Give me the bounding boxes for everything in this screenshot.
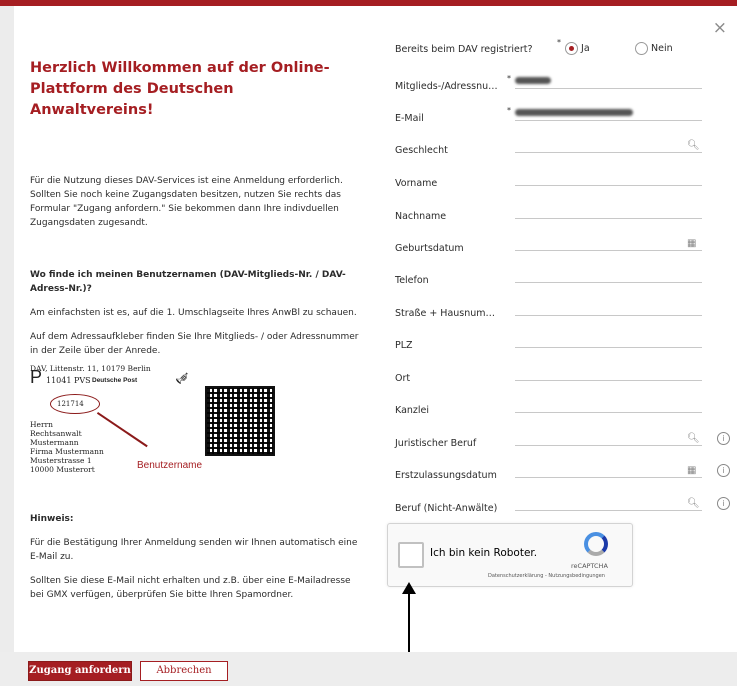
zip-row: PLZ [395, 331, 705, 361]
close-icon[interactable]: × [713, 18, 727, 38]
birthdate-row: Geburtsdatum ▦ [395, 234, 705, 264]
email-row: E-Mail * [395, 104, 705, 134]
firstname-field[interactable] [515, 185, 702, 186]
member-number-value [515, 77, 551, 84]
label-p-mark: P [30, 367, 43, 387]
info-icon[interactable]: i [717, 497, 730, 510]
hint-text-1: Für die Bestätigung Ihrer Anmeldung send… [30, 538, 358, 562]
label-pvs: 11041 PVS [46, 376, 91, 385]
recaptcha-logo-icon [584, 532, 608, 556]
lastname-row: Nachname [395, 202, 705, 232]
phone-row: Telefon [395, 266, 705, 296]
admission-row: Erstzulassungsdatum ▦ i [395, 461, 730, 491]
label-post: Deutsche Post [92, 377, 138, 384]
faq-answer-2: Auf dem Adressaufkleber finden Sie Ihre … [30, 332, 359, 356]
radio-yes[interactable]: Ja [565, 42, 590, 55]
label-sender: DAV, Littenstr. 11, 10179 Berlin [30, 364, 151, 373]
calendar-icon[interactable]: ▦ [687, 238, 696, 249]
username-caption: Benutzername [137, 460, 203, 471]
radio-no[interactable]: Nein [635, 42, 673, 55]
city-label: Ort [395, 373, 411, 384]
legal-job-row: Juristischer Beruf 🔍︎ i [395, 429, 730, 459]
top-accent-bar [0, 0, 737, 6]
admission-field[interactable] [515, 477, 702, 478]
label-address: Herrn Rechtsanwalt Mustermann Firma Must… [30, 420, 104, 474]
office-label: Kanzlei [395, 405, 430, 416]
faq-title: Wo finde ich meinen Benutzernamen (DAV-M… [30, 270, 346, 294]
email-value [515, 109, 633, 116]
street-label: Straße + Hausnum… [395, 308, 496, 319]
member-number-label: Mitglieds-/Adressnu… [395, 81, 498, 92]
email-field[interactable] [515, 120, 702, 121]
phone-label: Telefon [395, 275, 429, 286]
info-icon[interactable]: i [717, 464, 730, 477]
gender-row: Geschlecht 🔍︎ [395, 136, 705, 166]
info-icon[interactable]: i [717, 432, 730, 445]
member-number-row: Mitglieds-/Adressnu… * [395, 72, 705, 102]
cancel-button[interactable]: Abbrechen [140, 661, 228, 681]
legal-job-field[interactable] [515, 445, 702, 446]
gender-label: Geschlecht [395, 145, 448, 156]
street-field[interactable] [515, 315, 702, 316]
zip-label: PLZ [395, 340, 413, 351]
recaptcha-terms-link[interactable]: Datenschutzerklärung - Nutzungsbedingung… [488, 573, 605, 579]
recaptcha-label: Ich bin kein Roboter. [430, 547, 538, 559]
birthdate-label: Geburtsdatum [395, 243, 464, 254]
registered-label: Bereits beim DAV registriert? [395, 44, 533, 55]
job-other-label: Beruf (Nicht-Anwälte) [395, 503, 498, 514]
lastname-label: Nachname [395, 211, 447, 222]
search-icon[interactable]: 🔍︎ [687, 498, 700, 509]
office-row: Kanzlei [395, 396, 705, 426]
radio-no-icon[interactable] [635, 42, 648, 55]
request-access-button[interactable]: Zugang anfordern [28, 661, 132, 681]
lastname-field[interactable] [515, 218, 702, 219]
gender-field[interactable] [515, 152, 702, 153]
street-row: Straße + Hausnum… [395, 299, 705, 329]
city-row: Ort [395, 364, 705, 394]
recaptcha-widget: Ich bin kein Roboter. reCAPTCHA Datensch… [387, 523, 633, 587]
number-highlight-ellipse [50, 394, 100, 414]
legal-job-label: Juristischer Beruf [395, 438, 477, 449]
hint-title: Hinweis: [30, 514, 74, 524]
welcome-title: Herzlich Willkommen auf der Online-Platt… [30, 60, 330, 118]
info-column: Herzlich Willkommen auf der Online-Platt… [30, 58, 360, 358]
firstname-label: Vorname [395, 178, 438, 189]
firstname-row: Vorname [395, 169, 705, 199]
job-other-row: Beruf (Nicht-Anwälte) 🔍︎ i [395, 494, 730, 524]
matrix-code-image [205, 386, 275, 456]
city-field[interactable] [515, 380, 702, 381]
calendar-icon[interactable]: ▦ [687, 465, 696, 476]
email-label: E-Mail [395, 113, 424, 124]
recaptcha-brand: reCAPTCHA [571, 562, 608, 570]
admission-label: Erstzulassungsdatum [395, 470, 497, 481]
intro-text: Für die Nutzung dieses DAV-Services ist … [30, 176, 343, 228]
birthdate-field[interactable] [515, 250, 702, 251]
faq-answer-1: Am einfachsten ist es, auf die 1. Umschl… [30, 308, 357, 318]
hint-text-2: Sollten Sie diese E-Mail nicht erhalten … [30, 576, 351, 600]
member-number-field[interactable] [515, 88, 702, 89]
zip-field[interactable] [515, 347, 702, 348]
phone-field[interactable] [515, 282, 702, 283]
registered-row: Bereits beim DAV registriert? * Ja Nein [395, 38, 673, 55]
job-other-field[interactable] [515, 510, 702, 511]
search-icon[interactable]: 🔍︎ [687, 140, 700, 151]
modal-footer: Zugang anfordern Abbrechen [0, 652, 737, 686]
recaptcha-checkbox[interactable] [398, 542, 424, 568]
radio-yes-icon[interactable] [565, 42, 578, 55]
office-field[interactable] [515, 412, 702, 413]
search-icon[interactable]: 🔍︎ [687, 433, 700, 444]
left-frame [0, 6, 14, 686]
post-horn-icon: 🎺︎ [175, 372, 189, 385]
